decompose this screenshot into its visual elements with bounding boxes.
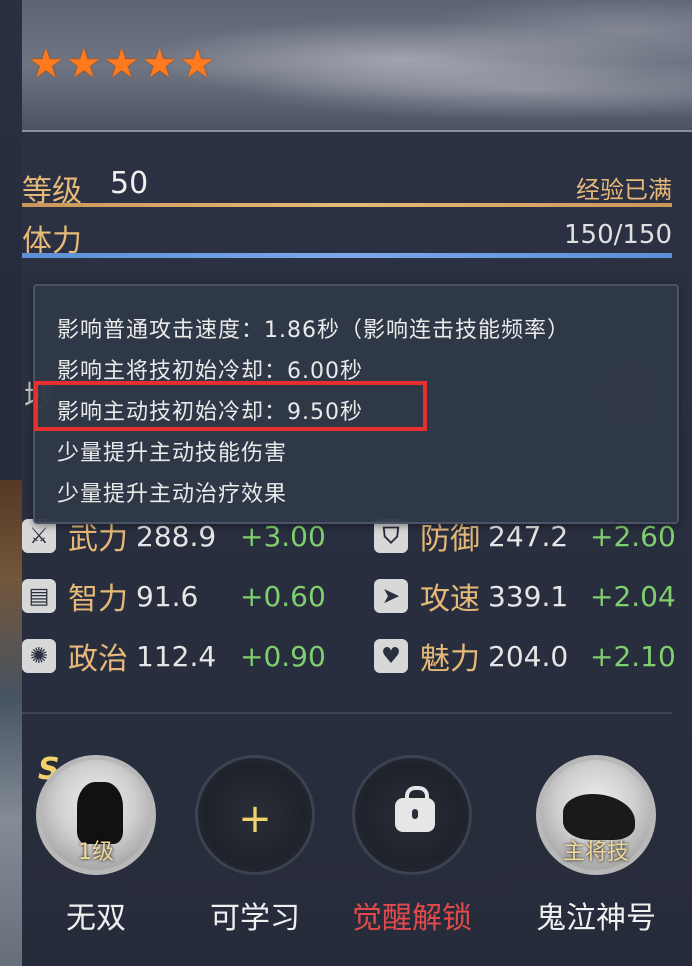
- level-value: 50: [110, 166, 149, 201]
- star-icon: ★: [65, 41, 102, 87]
- skill-name: 无双: [66, 901, 126, 936]
- stamina-row: 体力 150/150: [22, 216, 672, 259]
- skill-slot[interactable]: +: [195, 755, 315, 875]
- gear-icon: ✺: [22, 639, 56, 673]
- skill-name: 鬼泣神号: [536, 901, 656, 936]
- stat-name: 政治: [68, 642, 128, 677]
- skill-type: 主将技: [562, 840, 629, 865]
- stat-value: 112.4: [136, 639, 217, 673]
- skill-learnable[interactable]: + 可学习: [193, 755, 317, 937]
- stat-bonus: +2.60: [590, 520, 676, 553]
- highlight-annotation: [34, 381, 427, 431]
- level-row: 等级 50 经验已满: [22, 166, 672, 209]
- sword-icon: ⚔: [22, 519, 56, 553]
- boot-icon: ➤: [374, 579, 408, 613]
- stat-bonus: +2.10: [590, 640, 676, 673]
- stat-name: 智力: [68, 582, 128, 617]
- stat-attack-speed[interactable]: ➤ 攻速 339.1: [374, 574, 568, 618]
- star-icon: ★: [28, 41, 64, 87]
- stat-bonus: +0.90: [240, 640, 326, 673]
- stat-bonus: +0.60: [240, 580, 326, 613]
- skill-level: 1级: [78, 840, 114, 865]
- skill-portrait[interactable]: 主将技: [536, 755, 656, 875]
- star-icon: ★: [141, 41, 178, 87]
- stamina-value: 150/150: [563, 220, 672, 250]
- exp-status: 经验已满: [576, 176, 672, 204]
- stat-charm[interactable]: ♥ 魅力 204.0: [374, 634, 568, 678]
- skill-wushuang[interactable]: 1级 无双: [34, 755, 158, 937]
- stat-name: 攻速: [420, 582, 480, 617]
- stamina-bar: [22, 253, 672, 258]
- heart-icon: ♥: [374, 639, 408, 673]
- stat-value: 204.0: [488, 639, 569, 673]
- tooltip-line: 少量提升主动技能伤害: [57, 441, 288, 466]
- star-icon: ★: [103, 41, 140, 87]
- stat-politics[interactable]: ✺ 政治 112.4: [22, 634, 216, 678]
- skill-name: 觉醒解锁: [352, 901, 472, 936]
- section-divider: [22, 712, 672, 714]
- tooltip-line: 少量提升主动治疗效果: [57, 482, 288, 507]
- stat-value: 247.2: [488, 519, 569, 553]
- stat-name: 魅力: [420, 642, 480, 677]
- star-icon: ★: [179, 41, 216, 87]
- skill-name: 可学习: [210, 901, 300, 936]
- skill-guiqishenhao[interactable]: 主将技 鬼泣神号: [534, 755, 658, 937]
- skill-awaken-locked[interactable]: 觉醒解锁: [350, 755, 474, 937]
- star-rating: ★ ★ ★ ★ ★: [28, 44, 215, 84]
- scroll-icon: ▤: [22, 579, 56, 613]
- stat-bonus: +2.04: [590, 580, 676, 613]
- stat-value: 288.9: [136, 519, 217, 553]
- skill-portrait[interactable]: 1级: [36, 755, 156, 875]
- lock-icon: [395, 786, 435, 832]
- plus-icon: +: [238, 796, 272, 842]
- shield-icon: ⛉: [374, 519, 408, 553]
- stat-value: 91.6: [136, 579, 199, 613]
- stat-value: 339.1: [488, 579, 569, 613]
- tooltip-line: 影响普通攻击速度：1.86秒（影响连击技能频率）: [57, 318, 570, 343]
- skill-slot[interactable]: [352, 755, 472, 875]
- exp-bar: [22, 203, 672, 207]
- stat-bonus: +3.00: [240, 520, 326, 553]
- stat-intelligence[interactable]: ▤ 智力 91.6: [22, 574, 198, 618]
